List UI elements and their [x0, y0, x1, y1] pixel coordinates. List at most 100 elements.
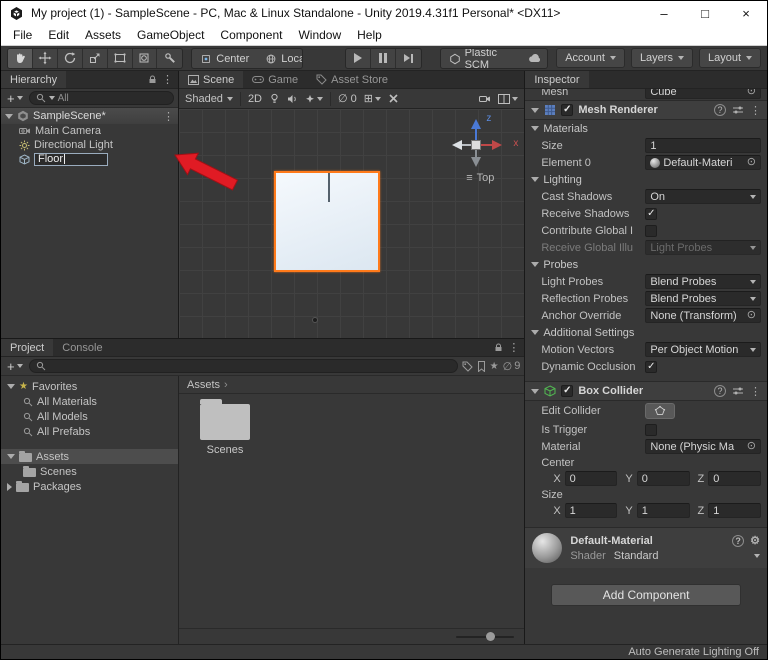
center-y-input[interactable]: 0: [636, 471, 690, 486]
packages-folder-row[interactable]: Packages: [1, 479, 178, 494]
hidden-packages-toggle[interactable]: ∅ 9: [503, 360, 521, 373]
tab-asset-store[interactable]: Asset Store: [307, 71, 397, 88]
panel-menu-icon[interactable]: ⋮: [162, 73, 173, 86]
contribute-gi-checkbox[interactable]: [645, 224, 658, 237]
toggle-2d-button[interactable]: 2D: [248, 93, 262, 105]
layout-dropdown[interactable]: Layout: [698, 48, 761, 68]
pause-button[interactable]: [371, 48, 396, 68]
hierarchy-item-directional-light[interactable]: Directional Light: [1, 138, 178, 152]
object-picker-icon[interactable]: ⊙: [747, 89, 756, 97]
close-button[interactable]: ×: [729, 2, 763, 24]
minimize-button[interactable]: –: [647, 2, 681, 24]
favorite-search-icon[interactable]: ★: [490, 361, 499, 372]
hierarchy-item-floor[interactable]: Floor: [1, 152, 178, 166]
gizmos-dropdown[interactable]: [498, 93, 519, 104]
lighting-section[interactable]: Lighting: [525, 171, 767, 188]
favorites-row[interactable]: ★ Favorites: [1, 379, 178, 394]
favorite-all-materials[interactable]: All Materials: [1, 394, 178, 409]
component-tools-button[interactable]: [388, 93, 399, 104]
motion-vectors-dropdown[interactable]: Per Object Motion: [645, 342, 761, 357]
menu-help[interactable]: Help: [349, 25, 390, 45]
lighting-toggle-button[interactable]: [269, 93, 280, 104]
maximize-button[interactable]: □: [688, 2, 722, 24]
probes-section[interactable]: Probes: [525, 256, 767, 273]
transform-tool-button[interactable]: [133, 48, 158, 68]
breadcrumb[interactable]: Assets ›: [179, 376, 525, 394]
receive-shadows-checkbox[interactable]: ✓: [645, 207, 658, 220]
anchor-override-field[interactable]: None (Transform) ⊙: [645, 308, 761, 323]
center-x-input[interactable]: 0: [564, 471, 618, 486]
plastic-scm-button[interactable]: Plastic SCM: [441, 49, 523, 68]
mesh-renderer-header[interactable]: ✓ Mesh Renderer ? ⋮: [525, 100, 767, 120]
element0-object-field[interactable]: Default-Materi ⊙: [645, 155, 761, 170]
size-x-input[interactable]: 1: [564, 503, 618, 518]
rect-tool-button[interactable]: [108, 48, 133, 68]
light-probes-dropdown[interactable]: Blend Probes: [645, 274, 761, 289]
menu-edit[interactable]: Edit: [40, 25, 77, 45]
lock-icon[interactable]: [494, 343, 503, 352]
auto-generate-lighting-status[interactable]: Auto Generate Lighting Off: [628, 646, 759, 658]
size-z-input[interactable]: 1: [708, 503, 761, 518]
foldout-open-icon[interactable]: [5, 113, 13, 119]
view-mode-button[interactable]: ≡ Top: [444, 172, 516, 184]
lock-icon[interactable]: [148, 75, 157, 84]
materials-section[interactable]: Materials: [525, 120, 767, 137]
scene-menu-icon[interactable]: ⋮: [163, 110, 174, 123]
object-picker-icon[interactable]: ⊙: [747, 441, 756, 452]
menu-file[interactable]: File: [5, 25, 40, 45]
shader-value[interactable]: Standard: [614, 550, 659, 562]
scene-header-row[interactable]: SampleScene* ⋮: [1, 108, 178, 124]
component-enabled-checkbox[interactable]: ✓: [561, 385, 574, 397]
foldout-open-icon[interactable]: [531, 107, 540, 113]
menu-component[interactable]: Component: [212, 25, 290, 45]
space-mode-button[interactable]: Local: [257, 49, 302, 68]
dynamic-occlusion-checkbox[interactable]: ✓: [645, 360, 658, 373]
center-z-input[interactable]: 0: [708, 471, 761, 486]
box-collider-header[interactable]: ✓ Box Collider ? ⋮: [525, 381, 767, 401]
object-picker-icon[interactable]: ⊙: [747, 157, 756, 168]
foldout-closed-icon[interactable]: [7, 482, 12, 491]
tab-hierarchy[interactable]: Hierarchy: [1, 71, 67, 88]
foldout-open-icon[interactable]: [7, 384, 15, 389]
slider-knob[interactable]: [486, 631, 496, 641]
size-input[interactable]: 1: [645, 138, 761, 153]
physic-material-field[interactable]: None (Physic Ma ⊙: [645, 439, 761, 454]
menu-assets[interactable]: Assets: [77, 25, 129, 45]
component-menu-icon[interactable]: ⋮: [750, 385, 761, 398]
material-preview-header[interactable]: Default-Material ? ⚙ Shader Standard: [525, 527, 767, 568]
scale-tool-button[interactable]: [83, 48, 108, 68]
axis-gizmo-icon[interactable]: [444, 115, 510, 171]
is-trigger-checkbox[interactable]: [645, 423, 658, 436]
account-dropdown[interactable]: Account: [556, 48, 625, 68]
tab-inspector[interactable]: Inspector: [525, 71, 589, 88]
play-button[interactable]: [346, 48, 371, 68]
reflection-probes-dropdown[interactable]: Blend Probes: [645, 291, 761, 306]
tab-game[interactable]: Game: [243, 71, 307, 88]
component-menu-icon[interactable]: ⋮: [750, 104, 761, 117]
search-by-type-button[interactable]: [462, 361, 473, 372]
presets-icon[interactable]: [732, 104, 744, 116]
cloud-button[interactable]: [523, 49, 547, 68]
help-icon[interactable]: ?: [714, 104, 726, 116]
foldout-open-icon[interactable]: [531, 388, 540, 394]
search-by-label-button[interactable]: [477, 360, 486, 372]
thumbnail-size-slider[interactable]: [456, 631, 515, 641]
additional-settings-section[interactable]: Additional Settings: [525, 324, 767, 341]
step-button[interactable]: [396, 49, 421, 68]
assets-grid[interactable]: Scenes: [179, 394, 524, 628]
gear-icon[interactable]: ⚙: [750, 534, 760, 547]
create-asset-button[interactable]: +: [5, 359, 25, 374]
edit-collider-button[interactable]: [645, 403, 676, 419]
grid-visibility-dropdown[interactable]: ⊞: [364, 92, 381, 105]
floor-plane-selected[interactable]: [274, 171, 380, 272]
effects-dropdown[interactable]: [305, 94, 323, 104]
create-object-button[interactable]: +: [5, 91, 25, 106]
mesh-object-field[interactable]: Cube ⊙: [645, 89, 761, 99]
hand-tool-button[interactable]: [8, 48, 33, 68]
menu-gameobject[interactable]: GameObject: [129, 25, 212, 45]
scenes-folder-row[interactable]: Scenes: [1, 464, 178, 479]
custom-tool-button[interactable]: [157, 49, 182, 68]
tab-project[interactable]: Project: [1, 339, 54, 356]
object-picker-icon[interactable]: ⊙: [747, 310, 756, 321]
rotate-tool-button[interactable]: [58, 48, 83, 68]
